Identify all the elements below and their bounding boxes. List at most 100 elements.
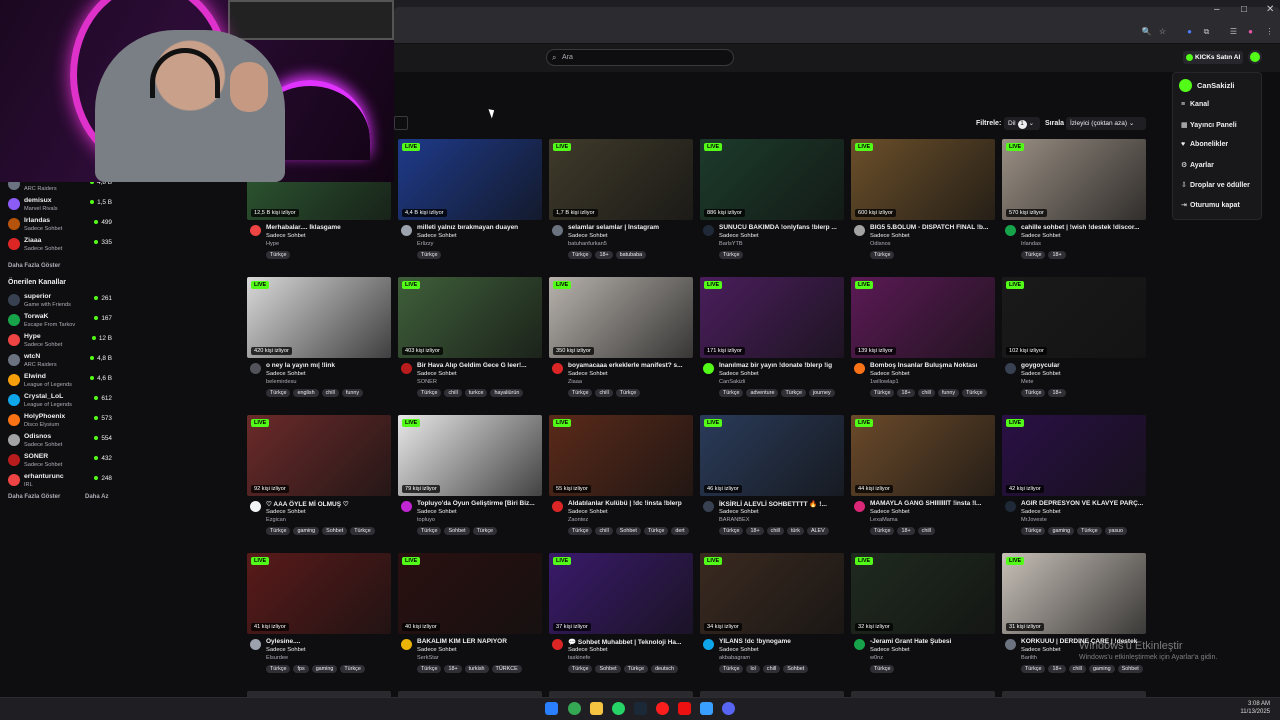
stream-thumbnail[interactable]: LIVE 41 kişi izliyor: [247, 553, 391, 634]
stream-category[interactable]: Sadece Sohbet: [870, 233, 910, 239]
discord-icon[interactable]: [722, 702, 735, 715]
streamer-name[interactable]: MrJoveste: [1021, 517, 1047, 523]
stream-category[interactable]: Sadece Sohbet: [417, 647, 457, 653]
stream-thumbnail[interactable]: LIVE 46 kişi izliyor: [700, 415, 844, 496]
streamer-name[interactable]: topluyo: [417, 517, 435, 523]
streamer-name[interactable]: 1willowlap1: [870, 379, 899, 385]
stream-tag[interactable]: Türkçe: [417, 251, 442, 259]
stream-tag[interactable]: Türkçe: [1077, 527, 1102, 535]
stream-thumbnail[interactable]: LIVE 32 kişi izliyor: [851, 553, 995, 634]
stream-category[interactable]: Sadece Sohbet: [266, 509, 306, 515]
stream-tag[interactable]: english: [293, 389, 319, 397]
stream-title[interactable]: İKSİRLİ ALEVLİ SOHBETTTT 🔥 !...: [719, 500, 843, 508]
streamer-avatar[interactable]: [552, 501, 563, 512]
stream-thumbnail[interactable]: LIVE 886 kişi izliyor: [700, 139, 844, 220]
streamer-avatar[interactable]: [552, 639, 563, 650]
stream-thumbnail[interactable]: LIVE 139 kişi izliyor: [851, 277, 995, 358]
sort-dropdown[interactable]: İzleyici (çoktan aza) ⌄: [1066, 117, 1146, 130]
stream-tag[interactable]: chill: [762, 665, 781, 673]
stream-tag[interactable]: deutsch: [651, 665, 678, 673]
stream-tag[interactable]: Sohbet: [1117, 665, 1143, 673]
stream-category[interactable]: Sadece Sohbet: [568, 371, 608, 377]
streamer-name[interactable]: BARANBEX: [719, 517, 749, 523]
stream-tag[interactable]: Türkçe: [1021, 389, 1046, 397]
stream-tag[interactable]: Türkçe: [719, 389, 744, 397]
stream-tag[interactable]: Türkçe: [350, 527, 375, 535]
stream-title[interactable]: 💬 Sohbet Muhabbet | Teknoloji Ha...: [568, 638, 692, 646]
explorer-icon[interactable]: [590, 702, 603, 715]
stream-thumbnail[interactable]: LIVE 40 kişi izliyor: [398, 553, 542, 634]
streamer-name[interactable]: CanSakizli: [719, 379, 745, 385]
streamer-name[interactable]: Odisnos: [870, 241, 891, 247]
stream-thumbnail[interactable]: LIVE 1,7 B kişi izliyor: [549, 139, 693, 220]
stream-tag[interactable]: türk: [786, 527, 804, 535]
stream-title[interactable]: BAKALIM KIM LER NAPIYOR: [417, 638, 541, 645]
stream-tag[interactable]: 18+: [897, 389, 915, 397]
sidebar-channel[interactable]: TorwaK Escape From Tarkov 167: [6, 312, 114, 332]
stream-title[interactable]: goygoycular: [1021, 362, 1145, 369]
sidebar-channel[interactable]: Crystal_LoL League of Legends 612: [6, 392, 114, 412]
stream-tag[interactable]: Türkçe: [266, 527, 291, 535]
sidebar-channel[interactable]: demisux Marvel Rivals 1,5 B: [6, 196, 114, 216]
streamer-avatar[interactable]: [1005, 501, 1016, 512]
stream-thumbnail[interactable]: LIVE 420 kişi izliyor: [247, 277, 391, 358]
stream-tag[interactable]: 18+: [897, 527, 915, 535]
stream-tag[interactable]: adventure: [746, 389, 779, 397]
stream-tag[interactable]: journey: [808, 389, 835, 397]
stream-tag[interactable]: 18+: [1048, 251, 1066, 259]
stream-tag[interactable]: chill: [444, 389, 462, 397]
stream-card[interactable]: LIVE 886 kişi izliyor SUNUCU BAKIMDA !only…: [700, 139, 844, 271]
stream-tag[interactable]: ALEV: [806, 527, 829, 535]
stream-card[interactable]: LIVE 102 kişi izliyor goygoycular Sadece So…: [1002, 277, 1146, 409]
streamer-avatar[interactable]: [552, 363, 563, 374]
stream-tag[interactable]: Türkçe: [417, 389, 442, 397]
stream-thumbnail[interactable]: LIVE 403 kişi izliyor: [398, 277, 542, 358]
stream-card[interactable]: LIVE 4,4 B kişi izliyor milleti yalnız bır…: [398, 139, 542, 271]
stream-title[interactable]: MAMAYLA GANG SHİİİİİİİT !insta !I...: [870, 500, 994, 507]
stream-tag[interactable]: Sohbet: [595, 665, 621, 673]
streamer-name[interactable]: Ezgican: [266, 517, 286, 523]
stream-category[interactable]: Sadece Sohbet: [417, 509, 457, 515]
streamer-avatar[interactable]: [854, 225, 865, 236]
stream-title[interactable]: YILANS !dc !bynogame: [719, 638, 843, 645]
show-more-recommended[interactable]: Daha Fazla Göster: [8, 494, 60, 500]
menu-item[interactable]: ⇥ Oturumu kapat: [1181, 201, 1240, 215]
streamer-avatar[interactable]: [703, 225, 714, 236]
streamer-avatar[interactable]: [854, 501, 865, 512]
stream-tag[interactable]: Türkçe: [568, 389, 593, 397]
stream-title[interactable]: cahille sohbet | !wish !destek !discor..…: [1021, 224, 1145, 231]
stream-card[interactable]: LIVE 350 kişi izliyor boyamacaaa erkeklerl…: [549, 277, 693, 409]
stream-thumbnail[interactable]: LIVE 37 kişi izliyor: [549, 553, 693, 634]
close-icon[interactable]: ✕: [1266, 4, 1274, 15]
stream-tag[interactable]: funny: [341, 389, 364, 397]
streamer-avatar[interactable]: [703, 501, 714, 512]
extension-icon[interactable]: ●: [1184, 26, 1195, 37]
stream-card[interactable]: LIVE 79 kişi izliyor Topluyo'da Oyun Geliş…: [398, 415, 542, 547]
sidebar-channel[interactable]: wtcN ARC Raiders 4,8 B: [6, 352, 114, 372]
stream-thumbnail[interactable]: LIVE 171 kişi izliyor: [700, 277, 844, 358]
stream-title[interactable]: Bir Hava Alıp Geldim Gece G leer!...: [417, 362, 541, 369]
steam-icon[interactable]: [634, 702, 647, 715]
streamer-name[interactable]: Irlandas: [1021, 241, 1041, 247]
show-more-followed[interactable]: Daha Fazla Göster: [8, 263, 60, 269]
streamer-name[interactable]: Elsurdee: [266, 655, 288, 661]
stream-thumbnail[interactable]: LIVE 31 kişi izliyor: [1002, 553, 1146, 634]
stream-category[interactable]: Sadece Sohbet: [568, 509, 608, 515]
stream-category[interactable]: Sadece Sohbet: [1021, 647, 1061, 653]
stream-category[interactable]: Sadece Sohbet: [417, 371, 457, 377]
stream-tag[interactable]: Sohbet: [444, 527, 470, 535]
puzzle-icon[interactable]: ⧉: [1201, 26, 1212, 37]
stream-tag[interactable]: Sohbet: [322, 527, 348, 535]
streamer-name[interactable]: Ziaaa: [568, 379, 582, 385]
sidebar-channel[interactable]: HolyPhoenix Disco Elysium 573: [6, 412, 114, 432]
stream-card[interactable]: LIVE 42 kişi izliyor AĞIR DEPRESYON VE KLA…: [1002, 415, 1146, 547]
stream-card[interactable]: LIVE 34 kişi izliyor YILANS !dc !bynogame S…: [700, 553, 844, 685]
stream-card[interactable]: LIVE 37 kişi izliyor 💬 Sohbet Muhabbet | T…: [549, 553, 693, 685]
menu-item[interactable]: ≡ Kanal: [1181, 101, 1209, 115]
stream-tag[interactable]: Türkçe: [870, 527, 895, 535]
stream-title[interactable]: Aldatılanlar Kulübü | !dc !insta !blerp: [568, 500, 692, 507]
show-less-button[interactable]: Daha Az: [85, 494, 108, 500]
streamer-name[interactable]: Hype: [266, 241, 279, 247]
stream-card[interactable]: LIVE 40 kişi izliyor BAKALIM KIM LER NAPIY…: [398, 553, 542, 685]
whatsapp-icon[interactable]: [612, 702, 625, 715]
